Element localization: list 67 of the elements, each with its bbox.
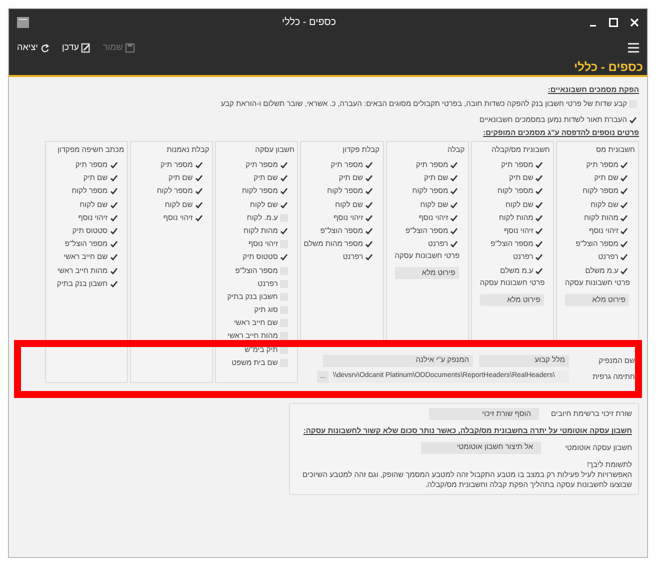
checkbox[interactable] (110, 174, 118, 182)
checkbox[interactable] (194, 200, 203, 209)
checkbox[interactable] (110, 280, 118, 288)
checkbox[interactable] (535, 240, 544, 248)
checkbox[interactable] (535, 200, 544, 209)
checkbox[interactable] (110, 187, 118, 196)
checkbox[interactable] (450, 214, 458, 222)
checkbox[interactable] (620, 266, 628, 274)
checkbox[interactable] (280, 226, 288, 235)
checkbox[interactable] (194, 174, 203, 182)
checkbox[interactable] (280, 332, 288, 340)
checkbox[interactable] (620, 174, 628, 182)
checkbox[interactable] (365, 240, 374, 248)
checkbox[interactable] (110, 161, 118, 169)
checkbox[interactable] (110, 266, 118, 274)
checkbox[interactable] (450, 174, 458, 182)
checkbox[interactable] (280, 161, 288, 169)
checkbox[interactable] (280, 253, 288, 262)
checkbox[interactable] (450, 200, 458, 209)
checkbox[interactable] (620, 226, 628, 235)
checkbox[interactable] (450, 240, 458, 248)
close-icon[interactable] (630, 18, 639, 27)
checkbox[interactable] (194, 161, 203, 169)
checkbox[interactable] (620, 161, 628, 169)
checkbox[interactable] (450, 187, 458, 196)
page-title: כספים - כללי (574, 59, 643, 76)
checkbox[interactable] (110, 240, 118, 248)
checkbox[interactable] (535, 161, 544, 169)
checkbox[interactable] (629, 116, 637, 124)
window-title: כספים - כללי (282, 16, 336, 30)
checkbox[interactable] (365, 174, 374, 182)
edit-button[interactable]: עדכן (62, 40, 91, 54)
checkbox[interactable] (194, 187, 203, 196)
app-icon (17, 17, 29, 28)
checkbox[interactable] (365, 161, 374, 169)
checkbox[interactable] (535, 226, 544, 235)
menu-icon[interactable] (628, 42, 639, 52)
checkbox[interactable] (365, 187, 374, 196)
checkbox[interactable] (620, 200, 628, 209)
exit-icon (40, 42, 50, 52)
maximize-icon[interactable] (609, 18, 618, 27)
checkbox[interactable] (365, 253, 374, 262)
checkbox[interactable] (535, 266, 544, 274)
checkbox[interactable] (194, 214, 203, 222)
checkbox[interactable] (535, 174, 544, 182)
checkbox[interactable] (535, 253, 544, 262)
checkbox[interactable] (365, 200, 374, 209)
checkbox[interactable] (620, 253, 628, 262)
checkbox[interactable] (280, 174, 288, 182)
checkbox[interactable] (620, 214, 628, 222)
exit-button[interactable]: יציאה (17, 40, 50, 54)
save-icon (124, 42, 135, 52)
checkbox[interactable] (535, 187, 544, 196)
checkbox[interactable] (110, 253, 118, 262)
checkbox[interactable] (365, 226, 374, 235)
checkbox[interactable] (280, 200, 288, 209)
checkbox[interactable] (365, 214, 374, 222)
checkbox[interactable] (450, 161, 458, 169)
checkbox[interactable] (535, 214, 544, 222)
checkbox[interactable] (110, 200, 118, 209)
checkbox[interactable] (110, 226, 118, 235)
checkbox[interactable] (620, 187, 628, 196)
checkbox[interactable] (110, 214, 118, 222)
checkbox[interactable] (620, 240, 628, 248)
checkbox[interactable] (280, 187, 288, 196)
checkbox[interactable] (450, 226, 458, 235)
edit-icon (80, 42, 91, 52)
